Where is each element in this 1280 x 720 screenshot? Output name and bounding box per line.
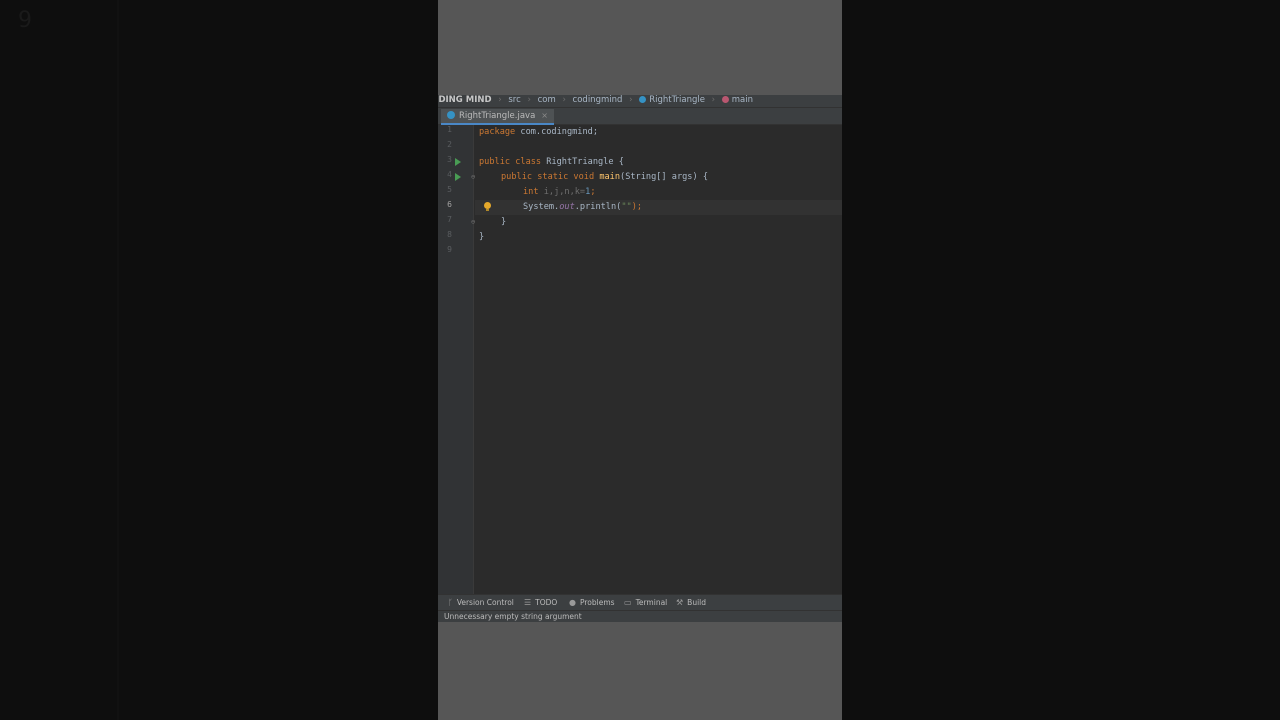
line-number-current: 6 (447, 200, 452, 209)
line-number: 3 (447, 155, 452, 164)
line-number: 8 (447, 230, 452, 239)
code-semicolon: ; (590, 187, 596, 197)
breadcrumb-separator: › (629, 95, 633, 105)
code-keyword: public class (479, 157, 542, 167)
tool-build[interactable]: ⚒ Build (676, 598, 706, 608)
code-field: out (559, 202, 575, 212)
line-number: 5 (447, 185, 452, 194)
code-line-1: package com.codingmind; (479, 127, 598, 138)
code-line-8: } (479, 232, 485, 242)
code-function: main (599, 172, 621, 182)
breadcrumb-separator: › (527, 95, 531, 105)
code-line-4: public static void main(String[] args) { (501, 172, 708, 183)
breadcrumb: CODING MIND › src › com › codingmind › R… (438, 95, 842, 108)
ide-window: CODING MIND › src › com › codingmind › R… (438, 95, 842, 622)
tool-label: TODO (535, 598, 558, 607)
line-number: 9 (447, 245, 452, 254)
tab-righttriangle-java[interactable]: RightTriangle.java × (441, 109, 554, 125)
breadcrumb-class-label: RightTriangle (649, 95, 705, 105)
terminal-icon: ▭ (624, 598, 632, 607)
breadcrumb-method-label: main (731, 95, 754, 105)
line-number: 2 (447, 140, 452, 149)
tool-label: Terminal (635, 598, 668, 607)
tool-problems[interactable]: ● Problems (569, 598, 615, 608)
breadcrumb-separator: › (711, 95, 716, 105)
lightbulb-base (486, 209, 489, 211)
code-line-6: System.out.println(""); (523, 202, 642, 213)
editor-tab-bar: RightTriangle.java × (438, 108, 842, 125)
code-keyword: public static void (501, 172, 595, 182)
tool-version-control[interactable]: ᚴ Version Control (448, 598, 514, 608)
video-frame: CODING MIND › src › com › codingmind › R… (438, 0, 842, 720)
left-dark-background: 9 (0, 0, 438, 720)
fold-icon[interactable]: ⊖ (471, 218, 475, 226)
line-number: 7 (447, 215, 452, 224)
method-icon (721, 96, 729, 103)
breadcrumb-item-com[interactable]: com (538, 95, 556, 106)
status-message: Unnecessary empty string argument (444, 612, 582, 621)
code-string: "" (621, 202, 632, 212)
list-icon: ☰ (524, 598, 532, 607)
code-text: RightTriangle { (541, 157, 624, 167)
branch-icon: ᚴ (448, 598, 453, 607)
line-number: 1 (447, 125, 452, 134)
breadcrumb-separator: › (498, 95, 502, 105)
class-icon (639, 96, 647, 103)
breadcrumb-item-method[interactable]: main (721, 95, 754, 106)
line-number: 4 (447, 170, 452, 179)
code-text: (String[] args) { (620, 172, 708, 182)
hammer-icon: ⚒ (676, 598, 684, 607)
tool-label: Version Control (456, 598, 514, 607)
code-editor[interactable]: 1 2 3 4 5 6 7 8 9 ⊖ ⊖ package com.coding… (438, 125, 842, 594)
breadcrumb-project[interactable]: CODING MIND (438, 95, 492, 106)
code-line-5: int i,j,n,k=1; (523, 187, 596, 198)
java-class-icon (447, 111, 455, 119)
warning-icon: ● (569, 598, 576, 607)
code-vars: i,j,n,k= (543, 187, 586, 197)
code-text: .println( (574, 202, 622, 212)
code-keyword: package (479, 127, 516, 137)
tool-label: Build (687, 598, 706, 607)
breadcrumb-item-codingmind[interactable]: codingmind (573, 95, 623, 106)
fold-icon[interactable]: ⊖ (471, 173, 475, 181)
breadcrumb-item-src[interactable]: src (508, 95, 520, 106)
tool-terminal[interactable]: ▭ Terminal (624, 598, 667, 608)
breadcrumb-separator: › (562, 95, 566, 105)
tool-todo[interactable]: ☰ TODO (524, 598, 557, 608)
tool-window-bar: ᚴ Version Control ☰ TODO ● Problems ▭ Termin… (438, 594, 842, 610)
status-bar: Unnecessary empty string argument (438, 610, 842, 622)
tab-label: RightTriangle.java (459, 111, 536, 121)
line-gutter: 1 2 3 4 5 6 7 8 9 ⊖ ⊖ (438, 125, 475, 594)
tool-label: Problems (579, 598, 615, 607)
code-semicolon: ); (631, 202, 643, 212)
right-dark-background (842, 0, 1280, 720)
code-text: System. (523, 202, 560, 212)
faint-background-number: 9 (18, 8, 32, 33)
lightbulb-icon[interactable] (484, 202, 491, 209)
background-divider (117, 0, 119, 720)
code-keyword: int (523, 187, 539, 197)
breadcrumb-item-class[interactable]: RightTriangle (639, 95, 705, 106)
code-text: com.codingmind; (515, 127, 599, 137)
code-line-3: public class RightTriangle { (479, 157, 624, 168)
close-icon[interactable]: × (541, 111, 548, 120)
code-line-7: } (501, 217, 507, 227)
run-class-icon[interactable] (455, 158, 461, 166)
run-main-icon[interactable] (455, 173, 461, 181)
